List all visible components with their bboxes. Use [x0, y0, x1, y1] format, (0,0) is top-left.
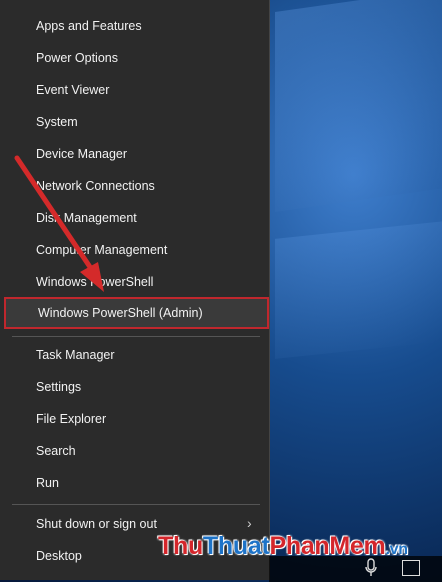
menu-item-label: System — [36, 115, 78, 129]
watermark-part: Thuat — [202, 532, 270, 560]
winx-context-menu: Apps and Features Power Options Event Vi… — [0, 0, 270, 580]
menu-item-apps-features[interactable]: Apps and Features — [0, 10, 269, 42]
wallpaper-light-panel — [275, 221, 442, 359]
menu-item-label: Network Connections — [36, 179, 155, 193]
menu-item-label: File Explorer — [36, 412, 107, 426]
menu-separator — [12, 504, 260, 505]
menu-item-label: Task Manager — [36, 348, 115, 362]
menu-item-label: Search — [36, 444, 76, 458]
menu-item-computer-management[interactable]: Computer Management — [0, 234, 269, 266]
menu-item-label: Event Viewer — [36, 83, 110, 97]
menu-item-disk-management[interactable]: Disk Management — [0, 202, 269, 234]
menu-item-system[interactable]: System — [0, 106, 269, 138]
menu-item-label: Run — [36, 476, 59, 490]
menu-item-event-viewer[interactable]: Event Viewer — [0, 74, 269, 106]
menu-item-label: Device Manager — [36, 147, 128, 161]
menu-item-label: Disk Management — [36, 211, 137, 225]
site-watermark: ThuThuatPhanMem.vn — [158, 532, 408, 561]
menu-item-label: Power Options — [36, 51, 118, 65]
watermark-part: .vn — [385, 541, 408, 558]
menu-item-label: Windows PowerShell (Admin) — [38, 306, 203, 320]
notification-icon[interactable] — [402, 560, 420, 576]
menu-item-file-explorer[interactable]: File Explorer — [0, 403, 269, 435]
watermark-part: Thu — [158, 532, 203, 560]
menu-item-settings[interactable]: Settings — [0, 371, 269, 403]
menu-item-device-manager[interactable]: Device Manager — [0, 138, 269, 170]
menu-item-network-connections[interactable]: Network Connections — [0, 170, 269, 202]
menu-item-power-options[interactable]: Power Options — [0, 42, 269, 74]
menu-separator — [12, 336, 260, 337]
menu-item-label: Windows PowerShell — [36, 275, 154, 289]
menu-item-task-manager[interactable]: Task Manager — [0, 339, 269, 371]
menu-item-label: Settings — [36, 380, 82, 394]
menu-item-label: Desktop — [36, 549, 82, 563]
menu-item-label: Apps and Features — [36, 19, 142, 33]
menu-item-windows-powershell[interactable]: Windows PowerShell — [0, 266, 269, 298]
menu-item-run[interactable]: Run — [0, 467, 269, 499]
menu-item-windows-powershell-admin[interactable]: Windows PowerShell (Admin) — [4, 297, 269, 329]
wallpaper-light-panel — [275, 0, 442, 212]
microphone-icon[interactable] — [364, 558, 380, 580]
watermark-part: PhanMem — [269, 532, 386, 560]
chevron-right-icon: › — [247, 515, 252, 531]
menu-item-label: Shut down or sign out — [36, 517, 157, 531]
menu-item-search[interactable]: Search — [0, 435, 269, 467]
menu-item-label: Computer Management — [36, 243, 168, 257]
